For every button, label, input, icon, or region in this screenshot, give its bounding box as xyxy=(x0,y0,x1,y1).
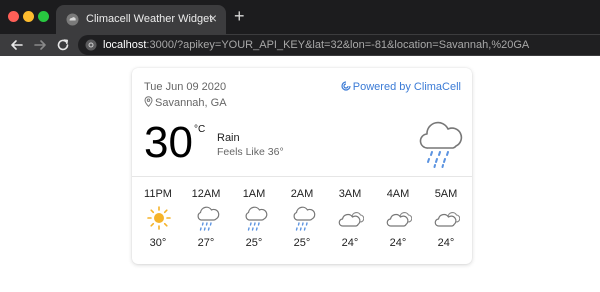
feels-like: Feels Like 36° xyxy=(217,146,284,158)
location-pin-icon xyxy=(144,96,153,107)
hour-item: 3AM 24° xyxy=(326,188,374,256)
temperature-unit: °C xyxy=(194,124,206,135)
hour-time: 2AM xyxy=(290,188,314,200)
address-bar[interactable]: localhost:3000/?apikey=YOUR_API_KEY&lat=… xyxy=(78,35,600,55)
hour-item: 1AM 25° xyxy=(230,188,278,256)
back-arrow-icon[interactable] xyxy=(9,37,25,53)
url-text: localhost:3000/?apikey=YOUR_API_KEY&lat=… xyxy=(103,39,529,51)
url-host: localhost xyxy=(103,39,147,51)
weather-condition: Rain xyxy=(217,132,240,144)
hour-temperature: 25° xyxy=(245,237,263,249)
forecast-date: Tue Jun 09 2020 xyxy=(144,81,227,93)
location-label: Savannah, GA xyxy=(144,96,227,109)
hour-temperature: 24° xyxy=(437,237,455,249)
url-path: :3000/?apikey=YOUR_API_KEY&lat=32&lon=-8… xyxy=(146,39,530,51)
cloudy-icon xyxy=(386,212,412,227)
hour-temperature: 24° xyxy=(341,237,359,249)
hour-time: 11PM xyxy=(144,188,172,200)
favicon-icon xyxy=(66,13,79,26)
powered-by-link[interactable]: Powered by ClimaCell xyxy=(341,81,461,93)
hour-time: 3AM xyxy=(338,188,362,200)
cloudy-icon xyxy=(338,212,364,227)
hour-time: 5AM xyxy=(434,188,458,200)
hour-time: 12AM xyxy=(191,188,221,200)
location-text: Savannah, GA xyxy=(155,97,227,109)
reload-icon[interactable] xyxy=(55,37,71,53)
browser-toolbar: localhost:3000/?apikey=YOUR_API_KEY&lat=… xyxy=(0,34,600,56)
hour-time: 1AM xyxy=(242,188,266,200)
hour-temperature: 30° xyxy=(149,237,167,249)
maximize-window-button[interactable] xyxy=(38,11,49,22)
rain-cloud-icon xyxy=(245,206,268,231)
hour-item: 12AM 27° xyxy=(182,188,230,256)
tab-close-icon[interactable]: × xyxy=(209,11,217,25)
minimize-window-button[interactable] xyxy=(23,11,34,22)
sun-icon xyxy=(147,206,171,230)
forward-arrow-icon[interactable] xyxy=(32,37,48,53)
climacell-logo-icon xyxy=(341,81,351,91)
hour-temperature: 24° xyxy=(389,237,407,249)
weather-widget-card: Tue Jun 09 2020 Savannah, GA Powered by … xyxy=(132,68,472,264)
hour-item: 2AM 25° xyxy=(278,188,326,256)
cloudy-icon xyxy=(434,212,460,227)
browser-tab-bar: Climacell Weather Widget × + xyxy=(0,0,600,34)
rain-cloud-icon xyxy=(419,121,463,168)
hour-item: 4AM 24° xyxy=(374,188,422,256)
close-window-button[interactable] xyxy=(8,11,19,22)
site-info-icon[interactable] xyxy=(85,39,97,51)
rain-cloud-icon xyxy=(293,206,316,231)
hour-item: 5AM 24° xyxy=(422,188,470,256)
hour-time: 4AM xyxy=(386,188,410,200)
hour-temperature: 25° xyxy=(293,237,311,249)
rain-cloud-icon xyxy=(197,206,220,231)
hour-temperature: 27° xyxy=(197,237,215,249)
tab-title: Climacell Weather Widget xyxy=(86,13,213,25)
section-divider xyxy=(132,176,472,177)
current-temperature: 30 xyxy=(144,118,193,167)
hour-item: 11PM 30° xyxy=(134,188,182,256)
new-tab-button[interactable]: + xyxy=(234,7,245,25)
hourly-forecast: 11PM 30° 12AM 27° 1AM 25° 2AM 25° 3AM 24… xyxy=(132,188,472,258)
browser-tab[interactable]: Climacell Weather Widget × xyxy=(56,5,226,34)
powered-by-text: Powered by ClimaCell xyxy=(352,81,461,93)
